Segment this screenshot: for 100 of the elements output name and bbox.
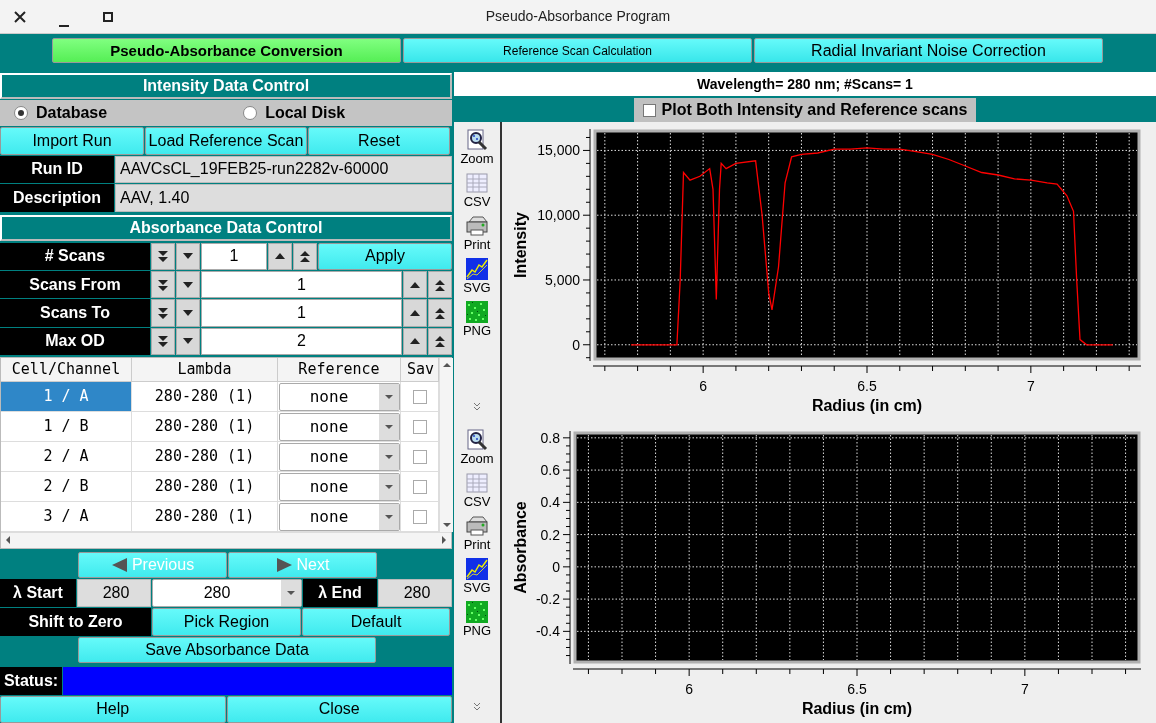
increment-button[interactable] xyxy=(403,327,427,356)
counter-field[interactable]: 1 xyxy=(201,270,402,299)
checkbox[interactable] xyxy=(412,479,427,494)
action-button[interactable]: Pick Region xyxy=(152,608,301,636)
step-up-button[interactable] xyxy=(428,327,452,356)
tick-label: 15,000 xyxy=(537,142,580,159)
caret-icon xyxy=(383,483,394,490)
increment-button[interactable] xyxy=(403,299,427,327)
reference-dropdown[interactable]: none xyxy=(278,442,400,471)
toolbar-button[interactable]: Print xyxy=(463,513,491,553)
step-up-button[interactable] xyxy=(293,242,317,270)
magnifier-icon xyxy=(465,128,489,152)
toolbar-button[interactable]: Print xyxy=(463,213,491,253)
tab[interactable]: Pseudo-Absorbance Conversion xyxy=(52,38,401,63)
step-down-button[interactable] xyxy=(151,242,175,270)
axis-title: Radius (in cm) xyxy=(811,397,923,414)
tick-label: 0.8 xyxy=(540,429,560,446)
increment-button[interactable] xyxy=(268,242,292,270)
toolbar-button[interactable]: PNG xyxy=(462,599,492,639)
step-up-button[interactable] xyxy=(428,270,452,299)
double-down-arrow-icon xyxy=(156,305,170,320)
horizontal-scrollbar[interactable] xyxy=(1,532,451,549)
tick-label: 0 xyxy=(572,336,580,353)
reference-dropdown[interactable]: none xyxy=(278,472,400,501)
wavelength-dropdown[interactable]: 280 xyxy=(152,579,302,608)
checkbox[interactable] xyxy=(412,389,427,404)
save-button[interactable]: Save Absorbance Data xyxy=(78,636,376,664)
radio-button[interactable]: Local Disk xyxy=(243,101,346,126)
column-header: Sav xyxy=(401,358,439,383)
table-cell[interactable]: 2 / A xyxy=(1,442,132,473)
table-cell: 280-280 (1) xyxy=(132,442,278,473)
tick-label: 5,000 xyxy=(544,272,580,288)
table-cell: 280-280 (1) xyxy=(132,412,278,443)
action-button[interactable]: Reset xyxy=(308,127,450,155)
action-button[interactable]: Default xyxy=(302,608,450,636)
section-header: Absorbance Data Control xyxy=(0,214,452,241)
tick-label: 6 xyxy=(685,681,694,697)
double-up-arrow-icon xyxy=(433,334,447,349)
field-value: 280 xyxy=(77,579,151,608)
axis-title: Absorbance xyxy=(512,501,529,594)
action-button[interactable]: Import Run xyxy=(0,127,144,155)
toolbar-button[interactable]: SVG xyxy=(463,556,491,596)
double-up-arrow-icon xyxy=(433,277,447,292)
tick-label: 0.4 xyxy=(540,494,560,511)
apply-button[interactable]: Apply xyxy=(318,242,452,270)
vertical-scrollbar[interactable] xyxy=(439,358,453,533)
printer-icon xyxy=(465,213,489,238)
decrement-button[interactable] xyxy=(176,270,200,299)
checkbox[interactable] xyxy=(412,509,427,524)
action-button[interactable]: Load Reference Scan xyxy=(145,127,307,155)
toolbar-button[interactable]: SVG xyxy=(463,256,491,296)
table-cell[interactable]: 1 / A xyxy=(1,382,132,413)
double-down-arrow-icon xyxy=(156,334,170,349)
field-label: Shift to Zero xyxy=(0,608,151,636)
decrement-button[interactable] xyxy=(176,327,200,356)
toolbar-button[interactable]: Zoom xyxy=(460,128,494,167)
toolbar-button[interactable]: PNG xyxy=(462,299,492,339)
right-triangle-icon xyxy=(275,557,293,574)
toolbar-button[interactable]: Zoom xyxy=(460,428,494,467)
table-cell[interactable]: 1 / B xyxy=(1,412,132,443)
axis-title: Radius (in cm) xyxy=(801,700,913,717)
counter-label: Max OD xyxy=(0,327,150,356)
checkbox[interactable] xyxy=(412,449,427,464)
reference-dropdown[interactable]: none xyxy=(278,382,400,411)
step-down-button[interactable] xyxy=(151,270,175,299)
minimize-icon xyxy=(58,25,70,27)
toolbar-button[interactable]: CSV xyxy=(463,170,491,210)
status-label: Status: xyxy=(0,667,62,695)
left-triangle-icon xyxy=(110,557,128,574)
line-graph-icon xyxy=(465,556,489,581)
decrement-button[interactable] xyxy=(176,242,200,270)
decrement-button[interactable] xyxy=(176,299,200,327)
radio-button[interactable]: Database xyxy=(14,101,108,126)
table-cell: 280-280 (1) xyxy=(132,472,278,503)
magnifier-icon xyxy=(465,428,489,452)
toolbar-button[interactable]: CSV xyxy=(463,470,491,510)
tab[interactable]: Reference Scan Calculation xyxy=(403,38,752,63)
double-down-arrow-icon xyxy=(156,277,170,292)
tick-label: 6.5 xyxy=(857,378,877,394)
tick-label: 7 xyxy=(1020,681,1029,697)
action-button[interactable]: Close xyxy=(226,695,452,723)
step-down-button[interactable] xyxy=(151,299,175,327)
field-label: λ Start xyxy=(0,579,76,608)
plot-both-checkbox[interactable]: Plot Both Intensity and Reference scans xyxy=(634,98,976,122)
reference-dropdown[interactable]: none xyxy=(278,502,400,531)
counter-field[interactable]: 1 xyxy=(201,299,402,327)
field-label: Description xyxy=(0,184,114,212)
tick-label: 0 xyxy=(552,558,560,575)
table-cell[interactable]: 2 / B xyxy=(1,472,132,503)
counter-field[interactable]: 1 xyxy=(201,242,267,270)
counter-field[interactable]: 2 xyxy=(201,327,402,356)
section-header: Intensity Data Control xyxy=(0,73,452,99)
step-down-button[interactable] xyxy=(151,327,175,356)
tab[interactable]: Radial Invariant Noise Correction xyxy=(754,38,1103,63)
step-up-button[interactable] xyxy=(428,299,452,327)
plot-title: Wavelength= 280 nm; #Scans= 1 xyxy=(454,72,1156,96)
increment-button[interactable] xyxy=(403,270,427,299)
checkbox[interactable] xyxy=(412,419,427,434)
reference-dropdown[interactable]: none xyxy=(278,412,400,441)
action-button[interactable]: Help xyxy=(0,695,226,723)
